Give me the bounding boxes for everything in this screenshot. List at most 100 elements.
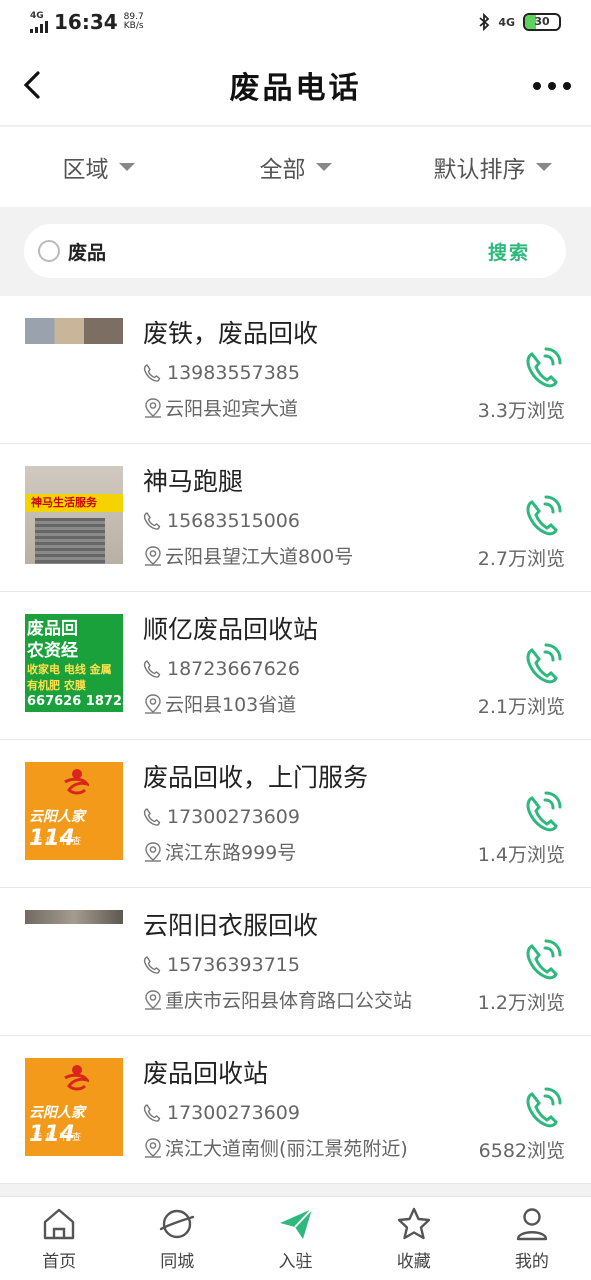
bluetooth-icon [479, 13, 490, 31]
logo-subtitle: 无所不查 [33, 837, 86, 847]
network-type-right: 4G [498, 15, 515, 29]
listing-phone-row: 18723667626 [143, 658, 300, 680]
home-icon [43, 1208, 75, 1240]
battery-level: 30 [534, 15, 550, 28]
phone-icon [143, 364, 161, 382]
location-pin-icon [145, 989, 161, 1010]
search-icon [38, 240, 60, 262]
listing-name: 废品回收，上门服务 [143, 763, 369, 792]
call-phone-icon[interactable] [523, 938, 563, 982]
list-item[interactable]: 废品回 农资经 收家电 电线 金属 有机肥 农膜 667626 1872357 … [0, 592, 591, 740]
page-title: 废品电话 [229, 70, 362, 106]
listing-address-row: 云阳县迎宾大道 [143, 394, 298, 421]
battery-icon: 30 [523, 13, 561, 31]
user-icon [516, 1208, 548, 1241]
filter-region-label: 区域 [62, 157, 109, 183]
listing-phone-row: 17300273609 [143, 1102, 300, 1124]
listing-phone: 15683515006 [167, 510, 300, 532]
location-pin-icon [145, 545, 161, 566]
list-item[interactable]: 云阳人家114 无所不查 废品回收，上门服务 17300273609 滨江东路9… [0, 740, 591, 888]
filter-category-label: 全部 [259, 157, 306, 183]
listing-views: 2.1万浏览 [477, 696, 565, 718]
listing-address-row: 滨江东路999号 [143, 838, 296, 865]
dropdown-caret-icon [118, 163, 135, 171]
list-item[interactable]: 神马生活服务 神马跑腿 15683515006 云阳县望江大道800号 2.7万… [0, 444, 591, 592]
listing-address: 滨江大道南侧(丽江景苑附近) [165, 1138, 408, 1160]
location-pin-icon [145, 397, 161, 418]
filter-category[interactable]: 全部 [197, 150, 394, 184]
search-input[interactable] [68, 240, 488, 262]
listing-address: 滨江东路999号 [165, 842, 297, 864]
listing-thumbnail [25, 910, 123, 924]
listing-views: 3.3万浏览 [477, 400, 565, 422]
listing-address: 重庆市云阳县体育路口公交站 [165, 990, 413, 1012]
more-options-icon[interactable] [533, 82, 571, 90]
listing-thumbnail: 云阳人家114 无所不查 [25, 762, 123, 860]
listing-phone: 15736393715 [167, 954, 300, 976]
listing-address: 云阳县望江大道800号 [165, 546, 354, 568]
phone-icon [143, 956, 161, 974]
location-pin-icon [145, 1137, 161, 1158]
filter-bar: 区域 全部 默认排序 [0, 127, 591, 207]
listing-views: 6582浏览 [478, 1140, 565, 1162]
signal-indicator: 4G [30, 10, 48, 33]
speed-unit: KB/s [123, 21, 144, 31]
call-phone-icon[interactable] [523, 494, 563, 538]
bottom-tab-bar: 首页 同城 入驻 收藏 我的 [0, 1196, 591, 1280]
yunyang-114-logo: 云阳人家114 无所不查 [25, 762, 123, 860]
dropdown-caret-icon [315, 163, 332, 171]
listing-phone-row: 15736393715 [143, 954, 300, 976]
tab-join[interactable]: 入驻 [236, 1197, 354, 1280]
call-phone-icon[interactable] [523, 1086, 563, 1130]
tab-mine[interactable]: 我的 [473, 1197, 591, 1280]
list-item[interactable]: 云阳旧衣服回收 15736393715 重庆市云阳县体育路口公交站 1.2万浏览 [0, 888, 591, 1036]
listing-address-row: 重庆市云阳县体育路口公交站 [143, 986, 412, 1013]
back-arrow-icon[interactable] [18, 70, 46, 100]
network-type: 4G [30, 10, 44, 21]
listing-address: 云阳县103省道 [165, 694, 297, 716]
location-pin-icon [145, 693, 161, 714]
tab-mine-label: 我的 [514, 1252, 549, 1272]
tab-local[interactable]: 同城 [118, 1197, 236, 1280]
phone-icon [143, 512, 161, 530]
listing-phone: 17300273609 [167, 1102, 300, 1124]
call-phone-icon[interactable] [523, 642, 563, 686]
filter-sort-label: 默认排序 [433, 157, 526, 183]
tab-favorites[interactable]: 收藏 [355, 1197, 473, 1280]
tab-home-label: 首页 [42, 1252, 77, 1272]
listing-thumbnail: 云阳人家114 无所不查 [25, 1058, 123, 1156]
storefront-sign: 神马生活服务 [25, 494, 123, 512]
listing-address-row: 滨江大道南侧(丽江景苑附近) [143, 1134, 408, 1161]
listing-name: 废铁，废品回收 [143, 319, 319, 348]
listing-name: 顺亿废品回收站 [143, 615, 319, 644]
listing-thumbnail: 废品回 农资经 收家电 电线 金属 有机肥 农膜 667626 1872357 [25, 614, 123, 712]
filter-sort[interactable]: 默认排序 [394, 150, 591, 184]
planet-icon [160, 1209, 195, 1239]
listing-phone: 13983557385 [167, 362, 300, 384]
search-bar: 搜索 [24, 224, 566, 278]
listing-thumbnail [25, 318, 123, 344]
logo-text: 云阳人家 [29, 1105, 85, 1121]
status-bar: 4G 16:34 89.7 KB/s 4G 30 [0, 0, 591, 44]
listing-list: 废铁，废品回收 13983557385 云阳县迎宾大道 3.3万浏览 神马生活服… [0, 296, 591, 1184]
storefront-sign-image: 废品回 农资经 收家电 电线 金属 有机肥 农膜 667626 1872357 [25, 614, 123, 712]
tab-join-label: 入驻 [278, 1252, 313, 1272]
listing-phone: 17300273609 [167, 806, 300, 828]
tab-home[interactable]: 首页 [0, 1197, 118, 1280]
phone-icon [143, 660, 161, 678]
listing-address-row: 云阳县望江大道800号 [143, 542, 353, 569]
list-item[interactable]: 废铁，废品回收 13983557385 云阳县迎宾大道 3.3万浏览 [0, 296, 591, 444]
listing-thumbnail: 神马生活服务 [25, 466, 123, 564]
search-button[interactable]: 搜索 [488, 238, 530, 265]
call-phone-icon[interactable] [523, 346, 563, 390]
listing-phone-row: 17300273609 [143, 806, 300, 828]
list-item[interactable]: 云阳人家114 无所不查 废品回收站 17300273609 滨江大道南侧(丽江… [0, 1036, 591, 1184]
tab-favorites-label: 收藏 [396, 1252, 431, 1272]
star-icon [397, 1207, 430, 1240]
filter-region[interactable]: 区域 [0, 150, 197, 184]
listing-address-row: 云阳县103省道 [143, 690, 296, 717]
logo-subtitle: 无所不查 [33, 1133, 86, 1143]
listing-phone-row: 13983557385 [143, 362, 300, 384]
call-phone-icon[interactable] [523, 790, 563, 834]
location-pin-icon [145, 841, 161, 862]
